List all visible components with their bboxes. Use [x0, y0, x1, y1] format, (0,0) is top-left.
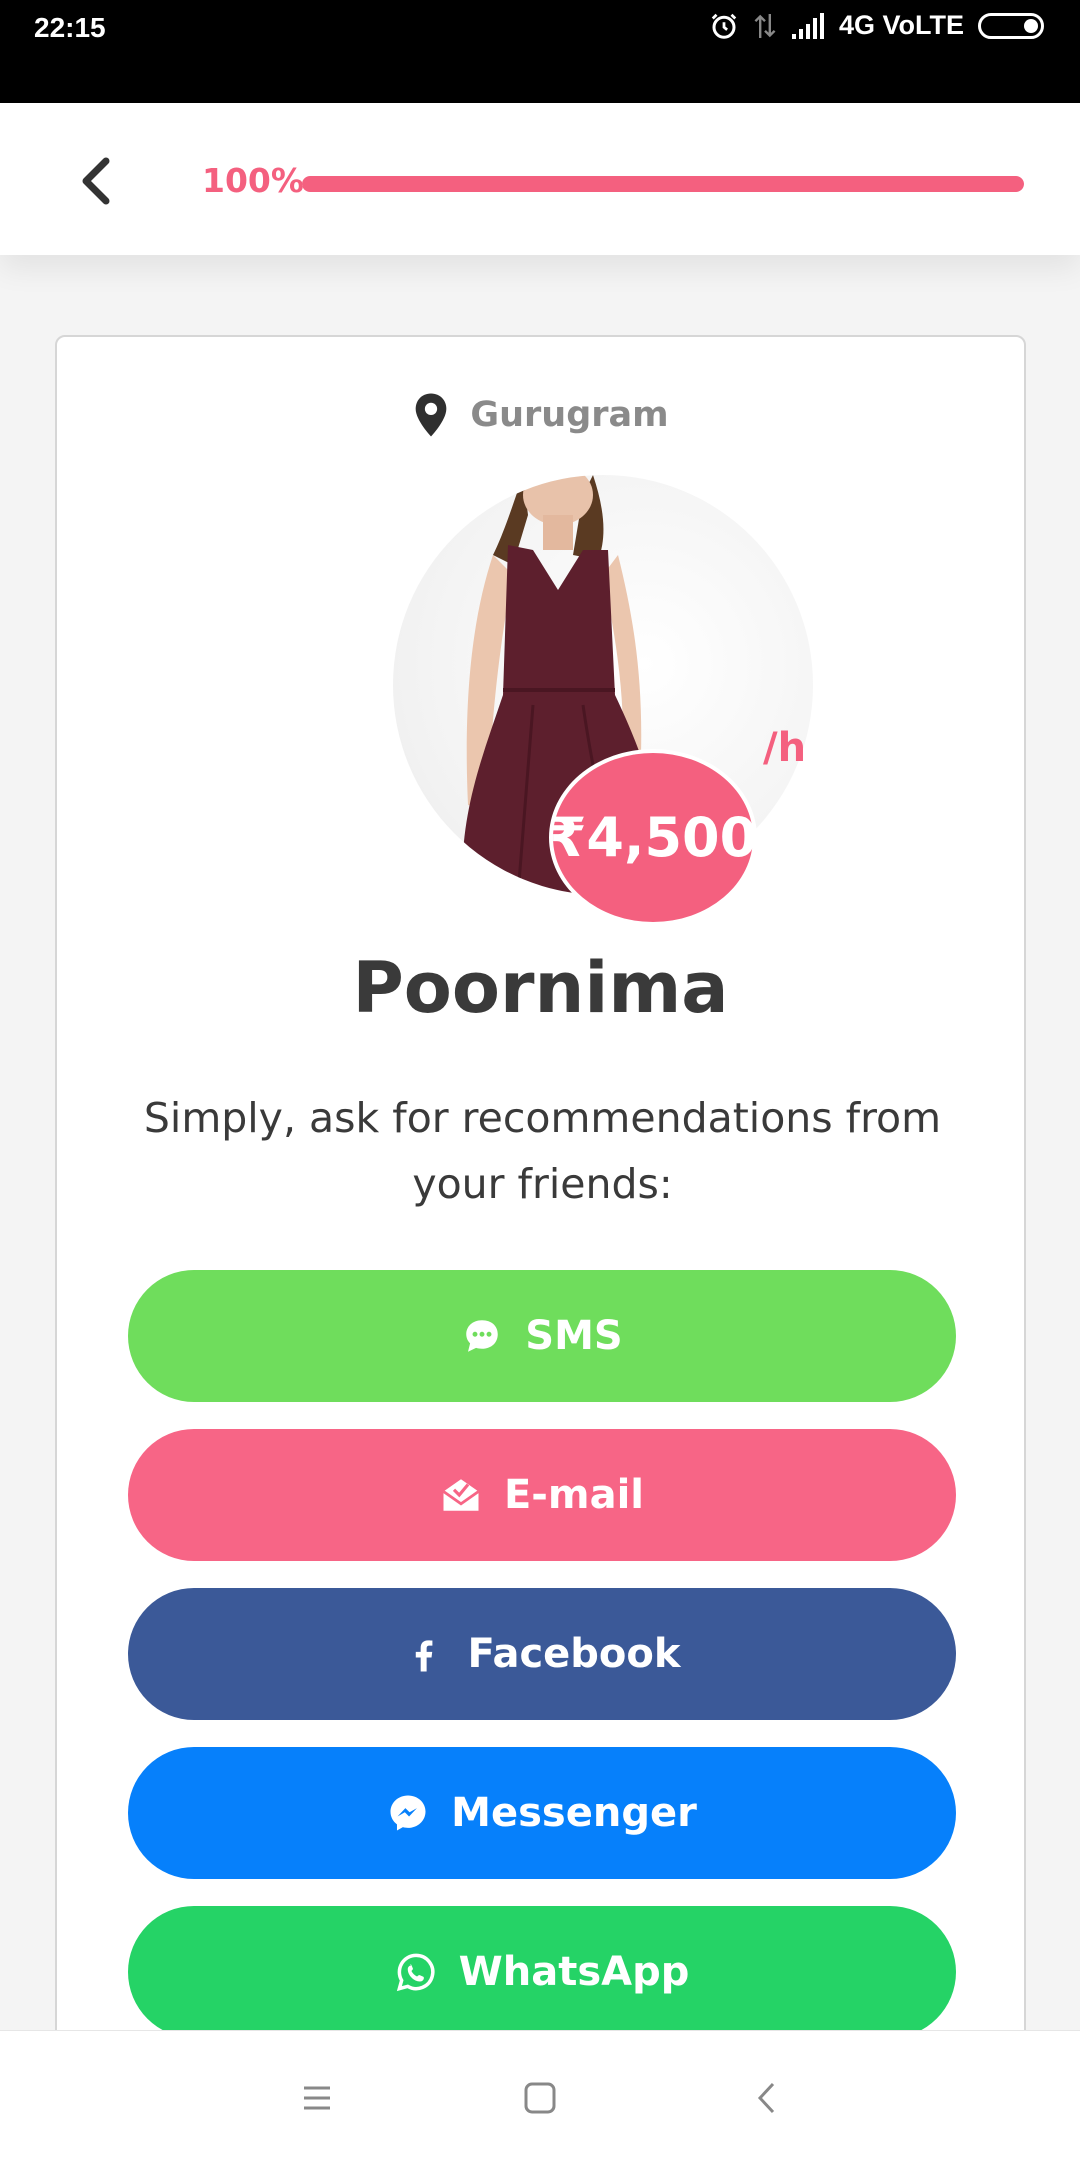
messenger-label: Messenger [451, 1790, 697, 1836]
share-prompt: Simply, ask for recommendations from you… [143, 1094, 942, 1208]
menu-icon[interactable] [292, 2073, 342, 2123]
back-arrow-icon[interactable] [70, 151, 130, 211]
network-label: 4G VoLTE [838, 10, 964, 40]
whatsapp-share-button[interactable]: WhatsApp [128, 1906, 956, 2038]
facebook-share-button[interactable]: Facebook [128, 1588, 956, 1720]
sms-label: SMS [525, 1313, 623, 1359]
signal-icon [791, 12, 824, 39]
progress-bar [302, 176, 1024, 192]
battery-icon [978, 12, 1044, 39]
price-badge: ₹4,500 [549, 749, 757, 926]
open-envelope-icon [442, 1479, 480, 1511]
sms-share-button[interactable]: SMS [128, 1270, 956, 1402]
home-square-icon[interactable] [515, 2073, 565, 2123]
messenger-icon [390, 1795, 426, 1831]
location-pin-icon [416, 393, 447, 437]
status-icons: 4G VoLTE [709, 10, 1044, 41]
email-label: E-mail [503, 1472, 645, 1518]
facebook-icon [416, 1640, 433, 1672]
profile-card: Gurugram ₹4,500 /h Poornima Simply, ask … [55, 335, 1026, 2075]
app-header: 100% [0, 103, 1080, 255]
status-time: 22:15 [34, 12, 106, 43]
location-row: Gurugram [57, 392, 1024, 438]
system-nav-bar [0, 2030, 1080, 2160]
whatsapp-label: WhatsApp [458, 1949, 690, 1995]
email-share-button[interactable]: E-mail [128, 1429, 956, 1561]
price-unit: /h [763, 725, 807, 771]
messenger-share-button[interactable]: Messenger [128, 1747, 956, 1879]
profile-name: Poornima [352, 947, 729, 1029]
whatsapp-icon [396, 1953, 435, 1992]
back-chevron-icon[interactable] [743, 2073, 793, 2123]
sms-chat-icon [466, 1320, 499, 1352]
status-bar: 22:15 4G VoLTE [0, 0, 1080, 103]
alarm-icon [711, 13, 737, 39]
facebook-label: Facebook [467, 1631, 681, 1677]
location-label: Gurugram [470, 395, 669, 435]
progress-fill [302, 176, 1024, 192]
progress-percent: 100% [202, 161, 304, 200]
data-arrows-icon [754, 13, 776, 38]
